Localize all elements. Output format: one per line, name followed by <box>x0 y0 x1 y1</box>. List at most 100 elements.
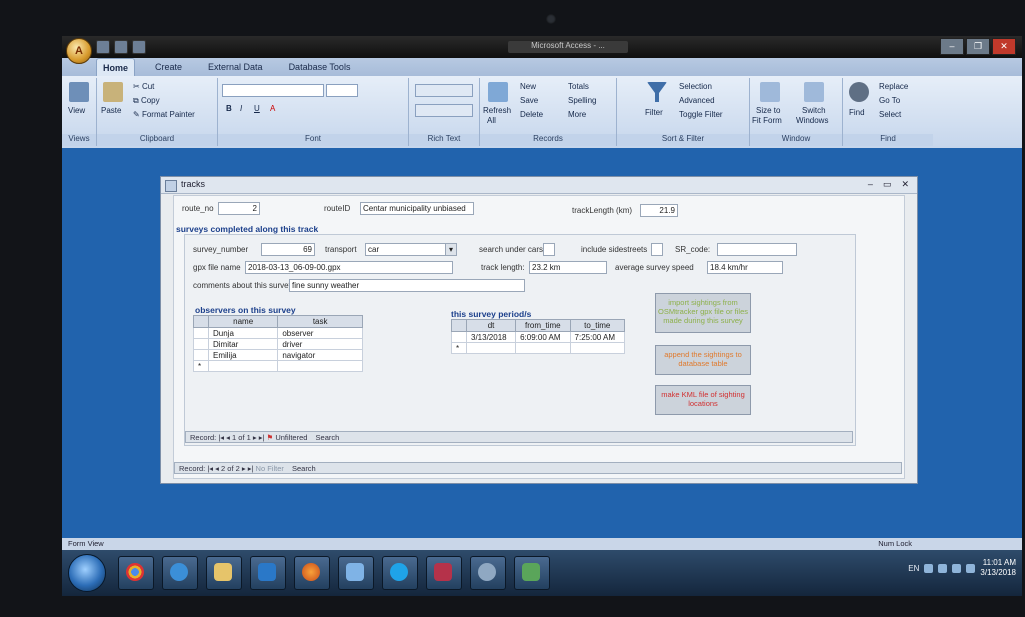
switch-windows-icon[interactable] <box>804 82 824 102</box>
paste-icon[interactable] <box>103 82 123 102</box>
tab-home[interactable]: Home <box>96 58 136 76</box>
selection-button[interactable]: Selection <box>679 82 712 91</box>
toggle-filter-button[interactable]: Toggle Filter <box>679 110 723 119</box>
tab-database-tools[interactable]: Database Tools <box>283 58 357 76</box>
observers-col-task[interactable]: task <box>277 315 363 328</box>
switch-windows-button[interactable]: Switch <box>802 106 826 115</box>
avg-speed-field[interactable]: 18.4 km/hr <box>707 261 783 274</box>
observer-task-cell[interactable]: driver <box>277 338 363 350</box>
network-tray-icon[interactable] <box>938 563 948 573</box>
italic-button[interactable]: I <box>240 104 242 113</box>
totals-button[interactable]: Totals <box>568 82 589 91</box>
next-record-button[interactable]: ▸ ▸| <box>242 464 256 473</box>
import-sightings-button[interactable]: import sightings from OSMtracker gpx fil… <box>655 293 751 333</box>
font-size-dropdown[interactable] <box>326 84 358 97</box>
subform-search-box[interactable]: Search <box>316 433 340 442</box>
row-selector-header[interactable] <box>193 315 209 328</box>
restore-button[interactable]: ❐ <box>966 38 990 55</box>
form-close-button[interactable]: ✕ <box>901 179 909 190</box>
indent-buttons[interactable] <box>415 84 473 97</box>
font-color-button[interactable]: A <box>270 104 275 113</box>
taskbar-app-ie[interactable] <box>162 556 198 590</box>
flag-icon[interactable] <box>924 563 934 573</box>
filter-button[interactable]: Filter <box>645 108 663 117</box>
new-record-button[interactable]: New <box>520 82 536 91</box>
survey-number-field[interactable]: 69 <box>261 243 315 256</box>
track-length-field[interactable]: 21.9 <box>640 204 678 217</box>
taskbar-app-skype[interactable] <box>382 556 418 590</box>
battery-icon[interactable] <box>966 563 976 573</box>
spelling-button[interactable]: Spelling <box>568 96 596 105</box>
table-row[interactable]: Dunja observer <box>193 327 363 339</box>
taskbar-app-access[interactable] <box>426 556 462 590</box>
save-icon[interactable] <box>96 40 110 54</box>
next-record-button[interactable]: ▸ ▸| <box>253 433 267 442</box>
gpx-file-field[interactable]: 2018-03-13_06-09-00.gpx <box>245 261 453 274</box>
list-buttons[interactable] <box>415 104 473 117</box>
route-id-field[interactable]: Centar municipality unbiased <box>360 202 474 215</box>
include-sidestreets-checkbox[interactable] <box>651 243 663 256</box>
new-record-row[interactable]: * <box>193 360 363 372</box>
period-to-cell[interactable]: 7:25:00 AM <box>569 331 626 343</box>
route-no-field[interactable]: 2 <box>218 202 260 215</box>
paste-button[interactable]: Paste <box>101 106 121 115</box>
tab-create[interactable]: Create <box>149 58 188 76</box>
clock[interactable]: 11:01 AM 3/13/2018 <box>980 558 1016 578</box>
view-icon[interactable] <box>69 82 89 102</box>
new-record-row[interactable]: * <box>451 342 626 354</box>
cut-button[interactable]: ✂ Cut <box>133 82 154 91</box>
advanced-button[interactable]: Advanced <box>679 96 715 105</box>
minimize-button[interactable]: – <box>940 38 964 55</box>
make-kml-button[interactable]: make KML file of sighting locations <box>655 385 751 415</box>
start-button[interactable] <box>68 554 106 592</box>
volume-icon[interactable] <box>952 563 962 573</box>
observers-col-name[interactable]: name <box>207 315 279 328</box>
main-filter-status[interactable]: No Filter <box>256 464 284 473</box>
empty-cell[interactable] <box>569 342 626 354</box>
periods-col-to[interactable]: to_time <box>569 319 626 332</box>
empty-cell[interactable] <box>515 342 571 354</box>
period-dt-cell[interactable]: 3/13/2018 <box>465 331 517 343</box>
replace-button[interactable]: Replace <box>879 82 908 91</box>
refresh-all-button[interactable]: Refresh <box>483 106 511 115</box>
form-minimize-button[interactable]: – <box>868 179 873 190</box>
binoculars-icon[interactable] <box>849 82 869 102</box>
observer-name-cell[interactable]: Emilija <box>207 349 279 361</box>
copy-button[interactable]: ⧉ Copy <box>133 96 160 106</box>
taskbar-app-media[interactable] <box>250 556 286 590</box>
periods-col-from[interactable]: from_time <box>515 319 571 332</box>
find-button[interactable]: Find <box>849 108 865 117</box>
language-indicator[interactable]: EN <box>908 564 919 573</box>
taskbar-app-chrome[interactable] <box>118 556 154 590</box>
save-record-button[interactable]: Save <box>520 96 538 105</box>
survey-track-length-field[interactable]: 23.2 km <box>529 261 607 274</box>
subform-record-position[interactable]: 1 of 1 <box>232 433 251 442</box>
empty-cell[interactable] <box>465 342 517 354</box>
taskbar-app-firefox[interactable] <box>294 556 330 590</box>
delete-record-button[interactable]: Delete <box>520 110 543 119</box>
empty-cell[interactable] <box>277 360 363 372</box>
observer-name-cell[interactable]: Dunja <box>207 327 279 339</box>
empty-cell[interactable] <box>207 360 279 372</box>
main-record-position[interactable]: 2 of 2 <box>221 464 240 473</box>
search-under-cars-checkbox[interactable] <box>543 243 555 256</box>
comments-field[interactable]: fine sunny weather <box>289 279 525 292</box>
observer-task-cell[interactable]: observer <box>277 327 363 339</box>
first-record-button[interactable]: |◂ ◂ <box>218 433 232 442</box>
format-painter-button[interactable]: ✎ Format Painter <box>133 110 195 119</box>
chevron-down-icon[interactable]: ▾ <box>445 243 457 256</box>
row-selector[interactable] <box>193 327 209 339</box>
row-selector[interactable] <box>193 349 209 361</box>
table-row[interactable]: Dimitar driver <box>193 338 363 350</box>
undo-icon[interactable] <box>114 40 128 54</box>
underline-button[interactable]: U <box>254 104 260 113</box>
refresh-icon[interactable] <box>488 82 508 102</box>
select-button[interactable]: Select <box>879 110 901 119</box>
taskbar-app-excel[interactable] <box>514 556 550 590</box>
bold-button[interactable]: B <box>226 104 232 113</box>
observer-name-cell[interactable]: Dimitar <box>207 338 279 350</box>
subform-filter-status[interactable]: Unfiltered <box>275 433 307 442</box>
office-button[interactable]: A <box>66 38 92 64</box>
taskbar-app-explorer[interactable] <box>206 556 242 590</box>
row-selector-header[interactable] <box>451 319 467 332</box>
